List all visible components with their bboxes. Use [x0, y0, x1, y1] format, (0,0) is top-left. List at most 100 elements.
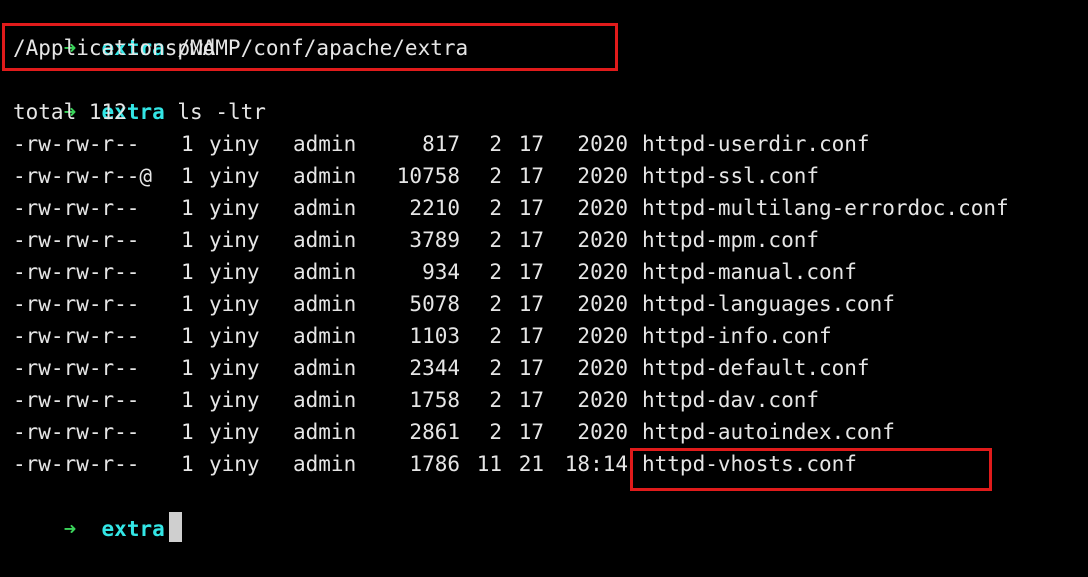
- terminal-window[interactable]: ➜ extra pwd /Applications/MAMP/conf/apac…: [0, 0, 1088, 542]
- file-time: 2020: [577, 356, 628, 380]
- file-month: 2: [489, 164, 502, 188]
- file-permissions: -rw-rw-r--: [13, 420, 140, 444]
- file-group: admin: [293, 164, 357, 188]
- file-name: httpd-ssl.conf: [642, 164, 820, 188]
- file-owner: yiny: [209, 452, 260, 476]
- file-group: admin: [293, 132, 357, 156]
- prompt-arrow-icon: ➜: [63, 517, 77, 541]
- pwd-output: /Applications/MAMP/conf/apache/extra: [13, 36, 469, 60]
- file-row: -rw-rw-r-- 1 yiny admin 2210 2 17 2020 httpd-mul…: [0, 192, 1088, 224]
- file-size: 2210: [409, 196, 460, 220]
- prompt-line-pwd: ➜ extra pwd: [13, 0, 216, 60]
- file-links: 1: [181, 292, 194, 316]
- file-permissions: -rw-rw-r--: [13, 324, 140, 348]
- file-month: 2: [489, 132, 502, 156]
- file-permissions: -rw-rw-r--: [13, 452, 140, 476]
- file-day: 17: [518, 260, 544, 284]
- file-row: -rw-rw-r-- 1 yiny admin 2861 2 17 2020 httpd-aut…: [0, 416, 1088, 448]
- file-row: -rw-rw-r-- 1 yiny admin 2344 2 17 2020 httpd-def…: [0, 352, 1088, 384]
- file-group: admin: [293, 228, 357, 252]
- command-text: ls -ltr: [177, 100, 266, 124]
- file-size: 1103: [409, 324, 460, 348]
- file-day: 17: [518, 164, 544, 188]
- file-links: 1: [181, 164, 194, 188]
- file-name: httpd-dav.conf: [642, 388, 820, 412]
- file-group: admin: [293, 196, 357, 220]
- file-links: 1: [181, 132, 194, 156]
- file-time: 2020: [577, 420, 628, 444]
- file-group: admin: [293, 292, 357, 316]
- file-month: 2: [489, 420, 502, 444]
- file-row: -rw-rw-r-- 1 yiny admin 934 2 17 2020 httpd-manu…: [0, 256, 1088, 288]
- file-owner: yiny: [209, 292, 260, 316]
- file-owner: yiny: [209, 356, 260, 380]
- file-month: 2: [489, 228, 502, 252]
- file-permissions: -rw-rw-r--@: [13, 164, 153, 188]
- file-size: 3789: [409, 228, 460, 252]
- file-row: -rw-rw-r-- 1 yiny admin 1103 2 17 2020 httpd-inf…: [0, 320, 1088, 352]
- file-group: admin: [293, 324, 357, 348]
- file-size: 10758: [396, 164, 460, 188]
- prompt-line-ls: ➜ extra ls -ltr: [13, 64, 266, 124]
- file-group: admin: [293, 356, 357, 380]
- file-permissions: -rw-rw-r--: [13, 356, 140, 380]
- prompt-line-current[interactable]: ➜ extra: [13, 480, 182, 542]
- file-links: 1: [181, 452, 194, 476]
- file-name: httpd-languages.conf: [642, 292, 895, 316]
- file-time: 2020: [577, 228, 628, 252]
- file-row: -rw-rw-r-- 1 yiny admin 1786 11 21 18:14 httpd-v…: [0, 448, 1088, 480]
- file-time: 2020: [577, 132, 628, 156]
- file-links: 1: [181, 420, 194, 444]
- file-name: httpd-userdir.conf: [642, 132, 870, 156]
- file-owner: yiny: [209, 388, 260, 412]
- file-time: 2020: [577, 388, 628, 412]
- file-row: -rw-rw-r-- 1 yiny admin 1758 2 17 2020 httpd-dav…: [0, 384, 1088, 416]
- file-name: httpd-autoindex.conf: [642, 420, 895, 444]
- file-links: 1: [181, 388, 194, 412]
- file-name: httpd-info.conf: [642, 324, 832, 348]
- file-group: admin: [293, 452, 357, 476]
- file-links: 1: [181, 196, 194, 220]
- file-owner: yiny: [209, 420, 260, 444]
- file-owner: yiny: [209, 260, 260, 284]
- file-time: 2020: [577, 292, 628, 316]
- file-day: 17: [518, 292, 544, 316]
- file-row: -rw-rw-r-- 1 yiny admin 817 2 17 2020 httpd-user…: [0, 128, 1088, 160]
- file-name: httpd-vhosts.conf: [642, 452, 857, 476]
- total-line: total 112: [13, 100, 127, 124]
- file-group: admin: [293, 260, 357, 284]
- file-permissions: -rw-rw-r--: [13, 228, 140, 252]
- file-month: 2: [489, 196, 502, 220]
- file-month: 11: [476, 452, 502, 476]
- file-owner: yiny: [209, 132, 260, 156]
- file-day: 17: [518, 324, 544, 348]
- file-owner: yiny: [209, 164, 260, 188]
- file-month: 2: [489, 356, 502, 380]
- file-permissions: -rw-rw-r--: [13, 196, 140, 220]
- file-time: 2020: [577, 324, 628, 348]
- file-links: 1: [181, 324, 194, 348]
- file-day: 17: [518, 420, 544, 444]
- file-name: httpd-default.conf: [642, 356, 870, 380]
- file-links: 1: [181, 356, 194, 380]
- file-permissions: -rw-rw-r--: [13, 388, 140, 412]
- file-permissions: -rw-rw-r--: [13, 292, 140, 316]
- file-size: 2861: [409, 420, 460, 444]
- file-day: 17: [518, 388, 544, 412]
- file-group: admin: [293, 420, 357, 444]
- file-month: 2: [489, 292, 502, 316]
- file-links: 1: [181, 260, 194, 284]
- file-day: 17: [518, 356, 544, 380]
- file-size: 5078: [409, 292, 460, 316]
- file-size: 934: [422, 260, 460, 284]
- file-size: 1786: [409, 452, 460, 476]
- file-row: -rw-rw-r-- 1 yiny admin 3789 2 17 2020 httpd-mpm…: [0, 224, 1088, 256]
- file-owner: yiny: [209, 228, 260, 252]
- file-name: httpd-mpm.conf: [642, 228, 820, 252]
- file-day: 21: [518, 452, 544, 476]
- file-owner: yiny: [209, 196, 260, 220]
- file-size: 2344: [409, 356, 460, 380]
- file-row: -rw-rw-r--@ 1 yiny admin 10758 2 17 2020 httpd-s…: [0, 160, 1088, 192]
- file-name: httpd-multilang-errordoc.conf: [642, 196, 1009, 220]
- file-month: 2: [489, 260, 502, 284]
